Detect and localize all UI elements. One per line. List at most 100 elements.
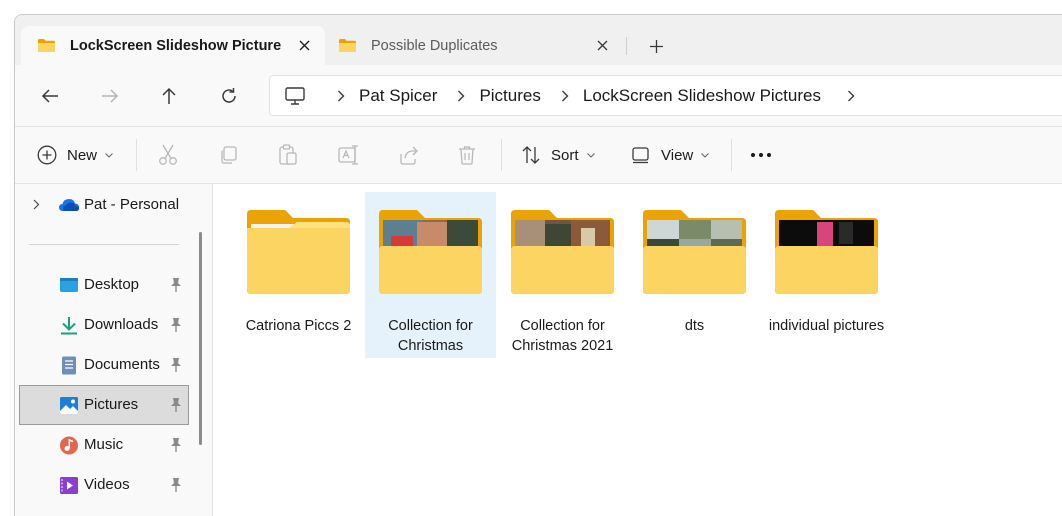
sidebar-item-label: Pat - Personal — [84, 196, 180, 213]
video-icon — [60, 477, 78, 494]
new-button[interactable]: New — [37, 137, 113, 173]
folder-icon — [379, 210, 482, 294]
chevron-down-icon — [701, 152, 710, 158]
view-button[interactable]: View — [631, 137, 710, 173]
chevron-right-icon[interactable] — [547, 90, 583, 102]
folder-icon — [775, 210, 878, 294]
navigation-pane: Pat - Personal Desktop Downloads Documen… — [15, 184, 213, 516]
folder-item[interactable]: Collection for Christmas — [365, 192, 496, 358]
document-icon — [62, 356, 76, 375]
desktop-icon — [60, 278, 78, 292]
sort-icon — [522, 146, 540, 164]
music-icon — [60, 436, 78, 455]
folder-name: individual pictures — [768, 318, 885, 334]
chevron-right-icon[interactable] — [323, 90, 359, 102]
folder-item[interactable]: Catriona Piccs 2 — [233, 192, 364, 358]
sidebar-item-videos[interactable]: Videos — [19, 465, 189, 505]
clipboard-icon — [279, 144, 297, 165]
sidebar-item-downloads[interactable]: Downloads — [19, 305, 189, 345]
cut-button[interactable] — [158, 137, 178, 173]
sort-button[interactable]: Sort — [521, 137, 595, 173]
copy-icon — [221, 146, 237, 164]
rename-button[interactable] — [338, 137, 360, 173]
folder-item[interactable]: dts — [629, 192, 760, 358]
sidebar-divider — [29, 244, 179, 245]
toolbar-divider — [501, 139, 502, 171]
folder-name: Catriona Piccs 2 — [245, 318, 352, 334]
close-tab-icon[interactable] — [589, 33, 615, 59]
cloud-icon — [59, 199, 79, 211]
pin-icon[interactable] — [169, 437, 183, 453]
folder-item[interactable]: individual pictures — [761, 192, 892, 358]
command-bar: New Sort View — [15, 127, 1062, 184]
sidebar-item-music[interactable]: Music — [19, 425, 189, 465]
folder-name: Collection for Christmas 2021 — [511, 318, 614, 354]
sort-label: Sort — [551, 146, 579, 164]
sidebar-item-label: Pictures — [84, 396, 139, 413]
breadcrumb-lockscreen[interactable]: LockScreen Slideshow Pictures — [583, 86, 821, 106]
tab-label: LockScreen Slideshow Picture — [70, 37, 282, 54]
folder-icon — [339, 39, 356, 52]
new-tab-icon[interactable] — [643, 33, 669, 59]
more-icon — [751, 153, 771, 157]
new-label: New — [67, 146, 98, 164]
breadcrumb-pat-spicer[interactable]: Pat Spicer — [359, 86, 437, 106]
chevron-down-icon — [586, 152, 595, 158]
navigation-bar: Pat Spicer Pictures LockScreen Slideshow… — [15, 65, 1062, 127]
pin-icon[interactable] — [169, 277, 183, 293]
folder-icon — [247, 210, 350, 294]
sidebar-item-label: Downloads — [84, 316, 159, 333]
chevron-down-icon — [105, 152, 113, 158]
address-bar[interactable]: Pat Spicer Pictures LockScreen Slideshow… — [269, 75, 1062, 116]
pin-icon[interactable] — [169, 357, 183, 373]
copy-button[interactable] — [218, 137, 238, 173]
file-explorer-window: LockScreen Slideshow Picture Possible Du… — [14, 14, 1062, 516]
up-arrow-icon[interactable] — [152, 81, 186, 111]
paste-button[interactable] — [278, 137, 298, 173]
share-icon — [400, 146, 418, 165]
sidebar-item-onedrive[interactable]: Pat - Personal — [19, 185, 189, 225]
folder-name: dts — [684, 318, 705, 334]
sidebar-item-label: Desktop — [84, 276, 140, 293]
delete-button[interactable] — [458, 137, 476, 173]
share-button[interactable] — [398, 137, 419, 173]
chevron-right-icon[interactable] — [833, 90, 869, 102]
tab-possible-duplicates[interactable]: Possible Duplicates — [331, 26, 623, 65]
more-options-button[interactable] — [750, 137, 772, 173]
back-arrow-icon[interactable] — [33, 81, 67, 111]
download-icon — [61, 317, 77, 335]
trash-icon — [459, 146, 475, 165]
close-tab-icon[interactable] — [291, 33, 317, 59]
sidebar-item-label: Documents — [84, 356, 160, 373]
scissors-icon — [159, 144, 177, 165]
folder-item[interactable]: Collection for Christmas 2021 — [497, 192, 628, 358]
sidebar-item-label: Music — [84, 436, 124, 453]
pin-icon[interactable] — [169, 477, 183, 493]
tab-divider — [626, 37, 627, 55]
forward-arrow-icon[interactable] — [93, 81, 127, 111]
chevron-right-icon[interactable] — [33, 199, 40, 210]
sidebar-scrollbar[interactable] — [199, 232, 202, 445]
file-list: Catriona Piccs 2 Collection for Christma… — [213, 184, 1062, 516]
sidebar-item-desktop[interactable]: Desktop — [19, 265, 189, 305]
tab-bar: LockScreen Slideshow Picture Possible Du… — [15, 15, 1062, 65]
view-icon — [632, 147, 649, 164]
tab-lockscreen[interactable]: LockScreen Slideshow Picture — [21, 26, 325, 65]
refresh-icon[interactable] — [212, 81, 246, 111]
pin-icon[interactable] — [169, 397, 183, 413]
chevron-right-icon[interactable] — [443, 90, 479, 102]
toolbar-divider — [731, 139, 732, 171]
sidebar-item-label: Videos — [84, 476, 130, 493]
pin-icon[interactable] — [169, 317, 183, 333]
toolbar-divider — [136, 139, 137, 171]
folder-icon — [511, 210, 614, 294]
computer-icon[interactable] — [285, 86, 305, 105]
view-label: View — [661, 146, 694, 164]
folder-name: Collection for Christmas — [388, 318, 473, 354]
rename-icon — [338, 145, 358, 165]
breadcrumb-pictures[interactable]: Pictures — [479, 86, 540, 106]
sidebar-item-documents[interactable]: Documents — [19, 345, 189, 385]
plus-circle-icon — [37, 145, 57, 165]
sidebar-item-pictures[interactable]: Pictures — [19, 385, 189, 425]
folder-icon — [38, 39, 55, 52]
